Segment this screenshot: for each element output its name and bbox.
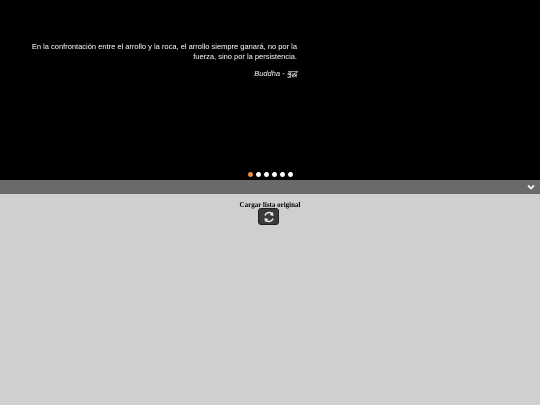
chevron-down-icon[interactable] [526, 182, 536, 192]
slider-dot-5[interactable] [280, 172, 285, 177]
toggle-bar [0, 180, 540, 194]
slider-dot-6[interactable] [288, 172, 293, 177]
quote-text: En la confrontación entre el arrollo y l… [31, 42, 297, 61]
main-content: Cargar lista original [0, 194, 540, 405]
slider-dot-2[interactable] [256, 172, 261, 177]
slider-pagination [248, 172, 293, 177]
slider-dot-1[interactable] [248, 172, 253, 177]
quote-block: En la confrontación entre el arrollo y l… [24, 42, 297, 79]
quote-author: Buddha - बुद्ध [254, 69, 297, 78]
slider-dot-3[interactable] [264, 172, 269, 177]
slider-dot-4[interactable] [272, 172, 277, 177]
quote-slider: En la confrontación entre el arrollo y l… [0, 0, 540, 180]
reload-list-button[interactable] [258, 208, 279, 225]
refresh-icon [263, 211, 274, 222]
